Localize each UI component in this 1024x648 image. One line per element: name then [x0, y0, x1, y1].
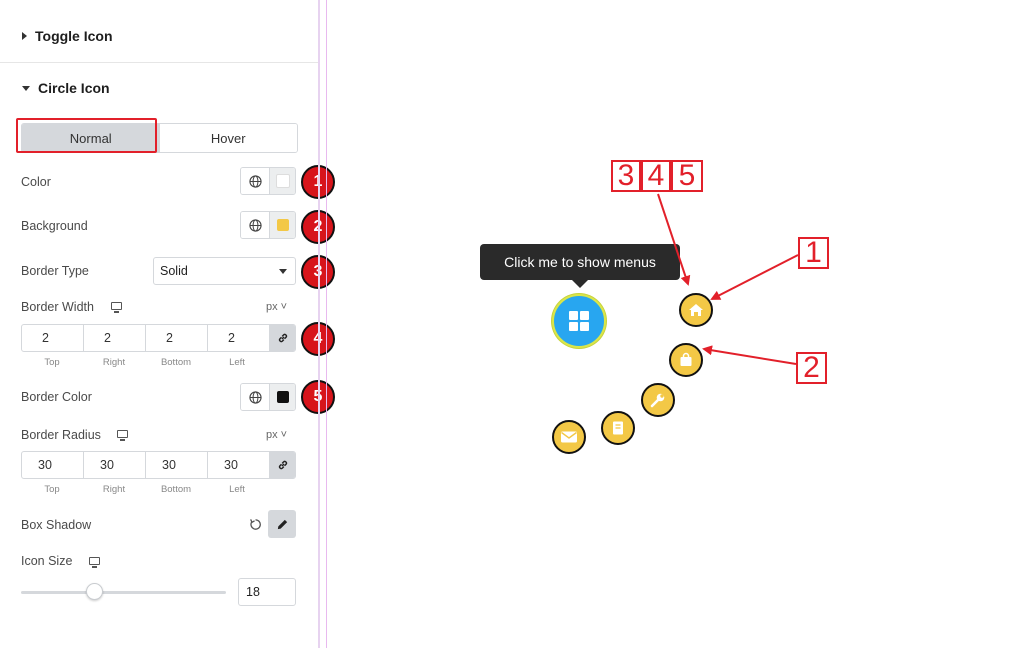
arrow-2	[702, 345, 797, 365]
arrow-345	[657, 193, 691, 286]
arrow-1	[710, 254, 799, 300]
annotation-arrows	[657, 193, 799, 365]
